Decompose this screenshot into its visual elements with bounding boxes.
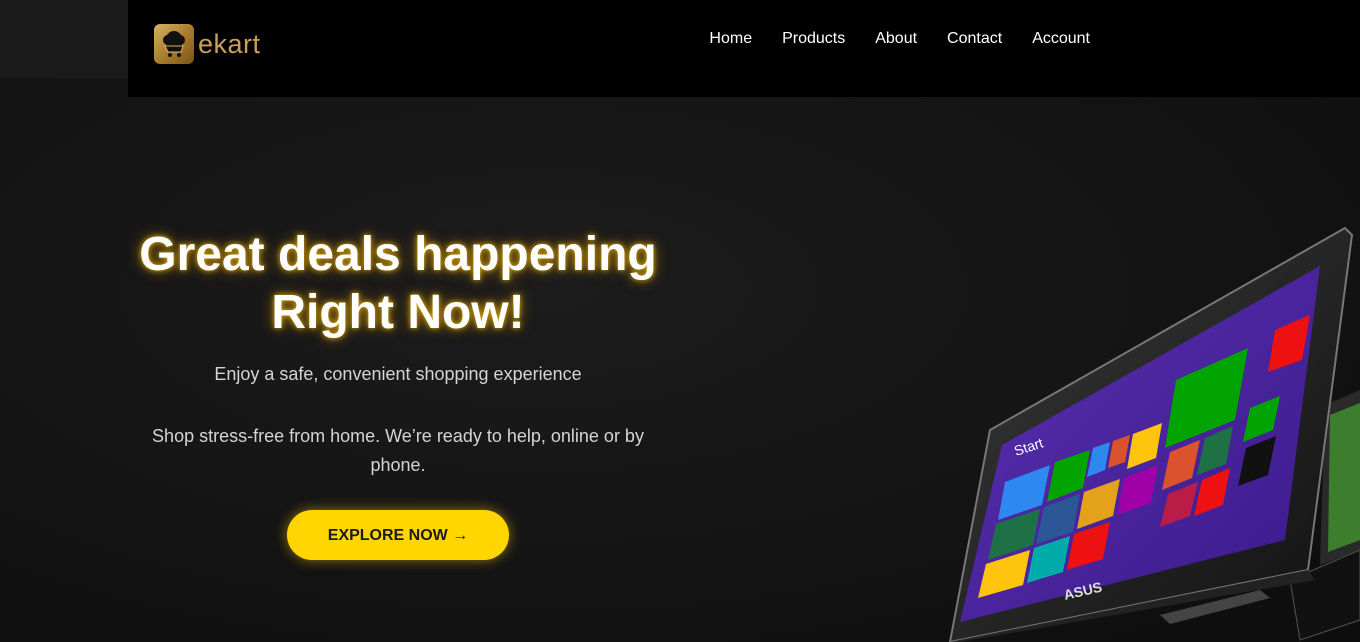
page: ekart Home Products About Contact Accoun… (0, 0, 1360, 642)
laptop-image: Start ASUS (930, 220, 1360, 642)
hero-title-line2: Right Now! (271, 286, 525, 339)
nav-home[interactable]: Home (709, 30, 752, 48)
nav-products[interactable]: Products (782, 30, 845, 48)
top-left-strip (0, 0, 128, 78)
navbar: ekart Home Products About Contact Accoun… (128, 0, 1360, 97)
brand-name: ekart (198, 28, 261, 59)
nav-about[interactable]: About (875, 30, 917, 48)
nav-account[interactable]: Account (1032, 30, 1090, 48)
explore-now-button[interactable]: EXPLORE NOW → (287, 510, 509, 560)
hero-section: Great deals happening Right Now! Enjoy a… (128, 226, 668, 560)
brand-logo[interactable]: ekart (154, 24, 261, 64)
hero-description: Shop stress-free from home. We’re ready … (152, 426, 644, 475)
hero-subtitle: Enjoy a safe, convenient shopping experi… (214, 364, 582, 384)
nav-contact[interactable]: Contact (947, 30, 1002, 48)
hero-title: Great deals happening Right Now! (128, 226, 668, 342)
hero-title-line1: Great deals happening (139, 228, 657, 281)
shopping-cart-icon (154, 24, 194, 64)
main-nav: Home Products About Contact Account (679, 30, 1090, 48)
